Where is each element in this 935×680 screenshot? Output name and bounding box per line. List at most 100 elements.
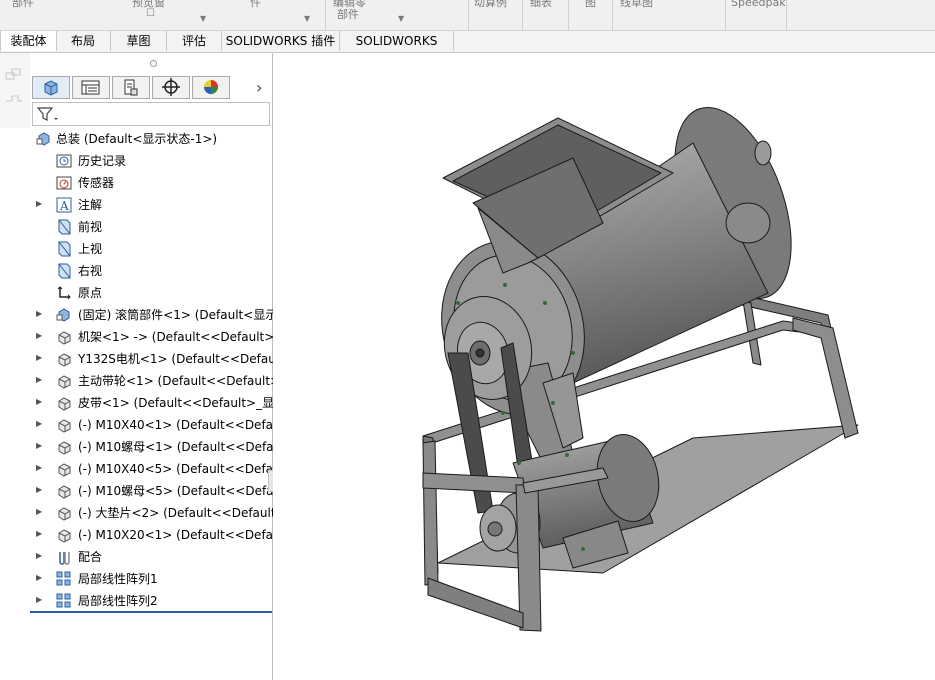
tree-item-front-plane[interactable]: 前视 xyxy=(30,216,272,238)
tree-item-origin[interactable]: 原点 xyxy=(30,282,272,304)
expand-arrow-icon[interactable]: ▶ xyxy=(36,529,42,538)
expand-arrow-icon[interactable]: ▶ xyxy=(36,309,42,318)
tree-item-label: 历史记录 xyxy=(78,154,127,168)
tree-item-history[interactable]: 历史记录 xyxy=(30,150,272,172)
ribbon-item-edit-part-line2[interactable]: 部件 xyxy=(337,9,359,20)
3d-model-view[interactable] xyxy=(273,53,935,680)
expand-arrow-icon[interactable]: ▶ xyxy=(36,375,42,384)
part-icon xyxy=(58,463,71,477)
tab-sketch[interactable]: 草图 xyxy=(111,31,167,51)
command-manager-tabs: 装配体 布局 草图 评估 SOLIDWORKS 插件 SOLIDWORKS MB… xyxy=(0,31,935,68)
ribbon-separator xyxy=(522,0,523,30)
tree-item-drum-component[interactable]: ▶ (固定) 滚筒部件<1> (Default<显示 xyxy=(30,304,277,326)
tab-solidworks-addins[interactable]: SOLIDWORKS 插件 xyxy=(222,31,340,51)
expand-arrow-icon[interactable]: ▶ xyxy=(36,441,42,450)
tree-item-label: (-) M10螺母<1> (Default<<Defau xyxy=(78,440,282,454)
tree-item-label: (-) 大垫片<2> (Default<<Default> xyxy=(78,506,286,520)
expand-arrow-icon[interactable]: ▶ xyxy=(36,551,42,560)
plane-icon xyxy=(58,219,71,235)
expand-arrow-icon[interactable]: ▶ xyxy=(36,485,42,494)
expand-arrow-icon[interactable]: ▶ xyxy=(36,507,42,516)
linear-pattern-icon xyxy=(56,593,71,608)
feature-manager-icon xyxy=(44,80,58,96)
part-icon xyxy=(58,419,71,433)
tab-display-manager[interactable] xyxy=(192,76,230,99)
checkbox-icon[interactable]: ☐ xyxy=(146,8,155,19)
tree-item-label: (-) M10螺母<5> (Default<<Defau xyxy=(78,484,282,498)
tree-item-motor[interactable]: ▶ Y132S电机<1> (Default<<Default xyxy=(30,348,284,370)
tree-item-bolt-m10x20[interactable]: ▶ (-) M10X20<1> (Default<<Defau xyxy=(30,524,281,546)
tab-evaluate[interactable]: 评估 xyxy=(167,31,222,51)
tree-item-large-washer[interactable]: ▶ (-) 大垫片<2> (Default<<Default> xyxy=(30,502,286,524)
command-manager-ribbon: 部件 预览窗 ☐ ▼ 件 ▼ 编辑零 部件 ▼ 动算例 细表 图 线草图 Spe… xyxy=(0,0,935,31)
ribbon-item-sketch[interactable]: 线草图 xyxy=(620,0,653,8)
tree-item-root-assembly[interactable]: 总装 (Default<显示状态-1>) xyxy=(30,128,272,150)
dropdown-arrow-icon[interactable]: ▼ xyxy=(304,14,310,23)
plane-icon xyxy=(58,263,71,279)
tree-item-linear-pattern-1[interactable]: ▶ 局部线性阵列1 xyxy=(30,568,272,590)
tree-item-label: (-) M10X20<1> (Default<<Defau xyxy=(78,528,281,542)
filter-bar[interactable] xyxy=(32,102,270,126)
tree-item-drive-pulley[interactable]: ▶ 主动带轮<1> (Default<<Default>_ xyxy=(30,370,286,392)
part-icon xyxy=(58,485,71,499)
tree-item-sensors[interactable]: 传感器 xyxy=(30,172,272,194)
ribbon-item-drawing[interactable]: 图 xyxy=(585,0,596,8)
frame-post-front xyxy=(515,484,542,632)
ribbon-item-edit-part[interactable]: 编辑零 xyxy=(333,0,366,8)
left-toolbar-strip xyxy=(0,53,154,128)
rollback-bar[interactable] xyxy=(30,611,272,613)
tree-item-annotations[interactable]: ▶ A 注解 xyxy=(30,194,272,216)
dropdown-arrow-icon[interactable]: ▼ xyxy=(200,14,206,23)
tree-item-label: 机架<1> -> (Default<<Default>_显 xyxy=(78,330,293,344)
tree-item-label: 局部线性阵列1 xyxy=(78,572,158,586)
history-icon xyxy=(56,154,72,168)
ribbon-item-bom[interactable]: 细表 xyxy=(530,0,552,8)
svg-text:A: A xyxy=(59,199,69,213)
expand-arrow-icon[interactable]: ▶ xyxy=(36,595,42,604)
ribbon-item-speedpak[interactable]: Speedpak xyxy=(731,0,786,8)
tree-item-linear-pattern-2[interactable]: ▶ 局部线性阵列2 xyxy=(30,590,272,612)
ribbon-item-component[interactable]: 部件 xyxy=(12,0,34,8)
tree-item-mates[interactable]: ▶ 配合 xyxy=(30,546,272,568)
tree-item-bolt-m10x40-1[interactable]: ▶ (-) M10X40<1> (Default<<Defau xyxy=(30,414,281,436)
panel-grip[interactable] xyxy=(150,60,157,67)
tree-item-label: 传感器 xyxy=(78,176,115,190)
tree-item-label: 前视 xyxy=(78,220,103,234)
expand-arrow-icon[interactable]: ▶ xyxy=(36,573,42,582)
part-icon xyxy=(58,353,71,367)
filter-icon[interactable] xyxy=(33,103,63,125)
tab-assembly[interactable]: 装配体 xyxy=(0,31,57,51)
ribbon-separator xyxy=(568,0,569,30)
ribbon-item-motion-study[interactable]: 动算例 xyxy=(474,0,507,8)
tree-item-label: 原点 xyxy=(78,286,103,300)
expand-arrow-icon[interactable]: ▶ xyxy=(36,397,42,406)
ribbon-separator xyxy=(325,0,326,30)
tab-feature-manager[interactable] xyxy=(32,76,70,99)
tree-item-bolt-m10x40-5[interactable]: ▶ (-) M10X40<5> (Default<<Defau xyxy=(30,458,281,480)
tree-item-label: (-) M10X40<5> (Default<<Defau xyxy=(78,462,281,476)
tree-item-nut-m10-1[interactable]: ▶ (-) M10螺母<1> (Default<<Defau xyxy=(30,436,281,458)
tree-item-frame[interactable]: ▶ 机架<1> -> (Default<<Default>_显 xyxy=(30,326,292,348)
ribbon-item-part[interactable]: 件 xyxy=(250,0,261,8)
graphics-viewport[interactable] xyxy=(273,53,935,680)
tab-dimxpert-manager[interactable] xyxy=(152,76,190,99)
expand-arrow-icon[interactable]: ▶ xyxy=(36,353,42,362)
dropdown-arrow-icon[interactable]: ▼ xyxy=(398,14,404,23)
tab-configuration-manager[interactable] xyxy=(112,76,150,99)
tab-layout[interactable]: 布局 xyxy=(56,31,111,51)
tab-property-manager[interactable] xyxy=(72,76,110,99)
expand-arrow-icon[interactable]: ▶ xyxy=(36,331,42,340)
property-manager-icon xyxy=(81,80,100,95)
ribbon-item-preview-window[interactable]: 预览窗 xyxy=(132,0,165,8)
expand-arrow-icon[interactable]: ▶ xyxy=(36,463,42,472)
tree-item-top-plane[interactable]: 上视 xyxy=(30,238,272,260)
tree-item-belt[interactable]: ▶ 皮带<1> (Default<<Default>_显示 xyxy=(30,392,286,414)
ribbon-separator xyxy=(786,0,787,30)
tree-item-right-plane[interactable]: 右视 xyxy=(30,260,272,282)
expand-arrow-icon[interactable]: ▶ xyxy=(36,199,42,208)
tab-solidworks-mbd[interactable]: SOLIDWORKS MBD xyxy=(340,31,454,68)
expand-tabs-button[interactable]: › xyxy=(256,78,262,97)
collapsed-toolbar-icons[interactable] xyxy=(0,53,154,128)
expand-arrow-icon[interactable]: ▶ xyxy=(36,419,42,428)
tree-item-nut-m10-5[interactable]: ▶ (-) M10螺母<5> (Default<<Defau xyxy=(30,480,281,502)
